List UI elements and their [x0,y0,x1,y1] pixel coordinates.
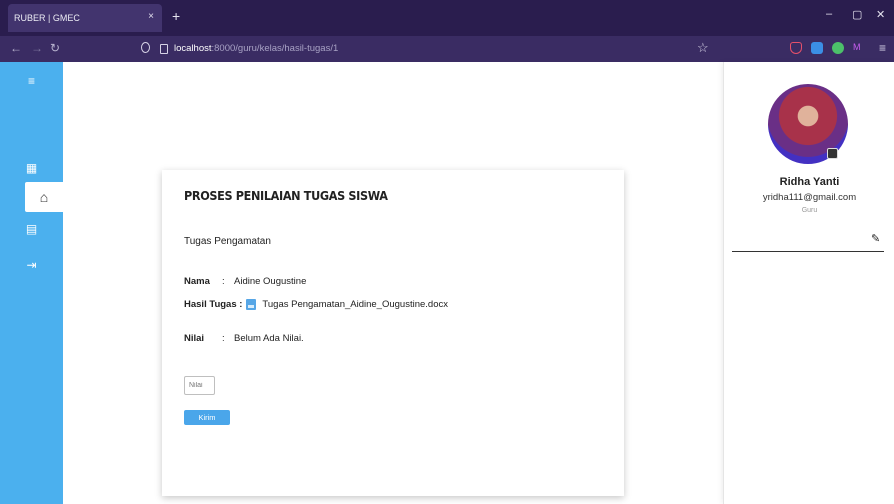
name-label: Nama [184,276,210,287]
url-path: :8000/guru/kelas/hasil-tugas/1 [211,43,339,54]
submit-button[interactable]: Kirim [184,410,230,425]
page-icon [160,43,168,54]
name-separator: : [222,276,225,287]
pocket-icon[interactable] [790,42,802,54]
assignment-name: Tugas Pengamatan [184,236,271,247]
shield-icon[interactable] [141,42,150,53]
profile-role: Guru [801,207,818,214]
tab-title: RUBER | GMEC [14,13,80,23]
home-icon[interactable]: ⌂ [25,182,63,212]
score-label: Nilai [184,333,205,344]
student-name: Aidine Ougustine [234,276,307,287]
back-arrow-icon[interactable]: ← [10,41,22,55]
page-title: PROSES PENILAIAN TUGAS SISWA [184,188,388,203]
sidebar: ≡ ▦ ⌂ ▤ ⇥ [0,62,63,504]
score-value: Belum Ada Nilai. [234,333,304,344]
extension-icon[interactable] [811,42,823,54]
tab-close-icon[interactable]: × [148,11,154,22]
bookmark-star-icon[interactable]: ☆ [697,40,709,56]
result-label: Hasil Tugas : [184,299,243,310]
edit-icon[interactable]: ✎ [871,232,880,245]
profile-email: yridha111@gmail.com [762,192,857,203]
student-name-row: Nama : Aidine Ougustine [184,276,306,287]
minimize-icon[interactable]: – [826,8,832,20]
window-close-icon[interactable]: ✕ [876,8,885,21]
browser-tab-bar: RUBER | GMEC × + – ▢ ✕ [0,0,894,36]
document-icon[interactable]: ▤ [0,214,63,244]
grading-card: PROSES PENILAIAN TUGAS SISWA Tugas Penga… [162,170,624,496]
maximize-icon[interactable]: ▢ [852,8,862,21]
new-tab-button[interactable]: + [172,8,180,24]
dashboard-grid-icon[interactable]: ▦ [0,153,63,183]
reload-icon[interactable]: ↻ [50,41,60,55]
browser-tab[interactable]: RUBER | GMEC × [8,4,162,32]
profile-panel: Ridha Yanti yridha111@gmail.com Guru ✎ [723,62,894,504]
menu-icon[interactable]: ≡ [879,41,886,55]
result-row: Hasil Tugas : Tugas Pengamatan_Aidine_Ou… [184,299,448,310]
extension-icon[interactable] [832,42,844,54]
score-input[interactable] [184,376,215,395]
divider [732,251,884,252]
forward-arrow-icon[interactable]: → [31,41,43,55]
result-file-link[interactable]: Tugas Pengamatan_Aidine_Ougustine.docx [262,299,448,310]
browser-url-bar: ← → ↻ localhost:8000/guru/kelas/hasil-tu… [0,36,894,62]
profile-name: Ridha Yanti [779,176,840,188]
score-separator: : [222,333,225,344]
camera-icon[interactable] [827,148,838,159]
score-row: Nilai : Belum Ada Nilai. [184,333,304,344]
address-field[interactable]: localhost:8000/guru/kelas/hasil-tugas/1 [160,43,338,54]
main-content: PROSES PENILAIAN TUGAS SISWA Tugas Penga… [63,62,723,504]
extension-icon[interactable]: M [853,42,867,54]
hamburger-menu-icon[interactable]: ≡ [0,66,63,96]
docx-file-icon [246,299,257,310]
url-host: localhost [174,43,212,54]
logout-icon[interactable]: ⇥ [0,250,63,280]
